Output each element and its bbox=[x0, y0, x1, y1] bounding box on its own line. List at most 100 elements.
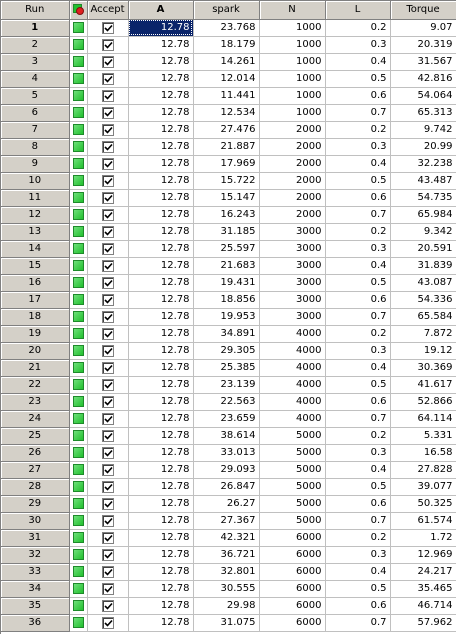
cell-n[interactable]: 2000 bbox=[259, 138, 326, 156]
table-row[interactable]: 32 12.78 36.721 6000 0.3 12.969 bbox=[1, 546, 456, 564]
cell-torque[interactable]: 42.816 bbox=[390, 70, 456, 88]
cell-spark[interactable]: 23.139 bbox=[193, 376, 260, 394]
row-header[interactable]: 22 bbox=[1, 376, 70, 394]
cell-a[interactable]: 12.78 bbox=[128, 580, 194, 598]
accept-cell[interactable] bbox=[87, 240, 129, 258]
cell-n[interactable]: 1000 bbox=[259, 70, 326, 88]
cell-l[interactable]: 0.2 bbox=[325, 121, 391, 139]
cell-l[interactable]: 0.7 bbox=[325, 104, 391, 122]
cell-a[interactable]: 12.78 bbox=[128, 478, 194, 496]
cell-torque[interactable]: 54.064 bbox=[390, 87, 456, 105]
accept-cell[interactable] bbox=[87, 206, 129, 224]
accept-cell[interactable] bbox=[87, 223, 129, 241]
cell-a[interactable]: 12.78 bbox=[128, 206, 194, 224]
row-header[interactable]: 23 bbox=[1, 393, 70, 411]
cell-l[interactable]: 0.5 bbox=[325, 376, 391, 394]
cell-spark[interactable]: 22.563 bbox=[193, 393, 260, 411]
cell-l[interactable]: 0.6 bbox=[325, 291, 391, 309]
cell-spark[interactable]: 33.013 bbox=[193, 444, 260, 462]
cell-a[interactable]: 12.78 bbox=[128, 257, 194, 275]
accept-checkbox[interactable] bbox=[101, 174, 114, 187]
accept-cell[interactable] bbox=[87, 410, 129, 428]
cell-spark[interactable]: 11.441 bbox=[193, 87, 260, 105]
table-row[interactable]: 2 12.78 18.179 1000 0.3 20.319 bbox=[1, 36, 456, 54]
row-header[interactable]: 32 bbox=[1, 546, 70, 564]
accept-cell[interactable] bbox=[87, 172, 129, 190]
cell-a[interactable]: 12.78 bbox=[128, 393, 194, 411]
table-row[interactable]: 30 12.78 27.367 5000 0.7 61.574 bbox=[1, 512, 456, 530]
cell-a[interactable]: 12.78 bbox=[128, 291, 194, 309]
cell-n[interactable]: 5000 bbox=[259, 495, 326, 513]
cell-spark[interactable]: 19.431 bbox=[193, 274, 260, 292]
cell-torque[interactable]: 12.969 bbox=[390, 546, 456, 564]
accept-cell[interactable] bbox=[87, 87, 129, 105]
cell-l[interactable]: 0.6 bbox=[325, 393, 391, 411]
accept-cell[interactable] bbox=[87, 444, 129, 462]
cell-l[interactable]: 0.3 bbox=[325, 138, 391, 156]
row-header[interactable]: 5 bbox=[1, 87, 70, 105]
cell-n[interactable]: 3000 bbox=[259, 308, 326, 326]
accept-checkbox[interactable] bbox=[101, 446, 114, 459]
table-row[interactable]: 20 12.78 29.305 4000 0.3 19.12 bbox=[1, 342, 456, 360]
cell-torque[interactable]: 61.574 bbox=[390, 512, 456, 530]
cell-a[interactable]: 12.78 bbox=[128, 614, 194, 632]
accept-cell[interactable] bbox=[87, 189, 129, 207]
accept-checkbox[interactable] bbox=[101, 276, 114, 289]
accept-checkbox[interactable] bbox=[101, 412, 114, 425]
cell-n[interactable]: 6000 bbox=[259, 597, 326, 615]
row-header[interactable]: 13 bbox=[1, 223, 70, 241]
accept-cell[interactable] bbox=[87, 325, 129, 343]
accept-checkbox[interactable] bbox=[101, 327, 114, 340]
column-header-spark[interactable]: spark bbox=[193, 1, 260, 20]
cell-n[interactable]: 3000 bbox=[259, 257, 326, 275]
accept-checkbox[interactable] bbox=[101, 497, 114, 510]
row-header[interactable]: 26 bbox=[1, 444, 70, 462]
cell-n[interactable]: 3000 bbox=[259, 240, 326, 258]
cell-n[interactable]: 5000 bbox=[259, 478, 326, 496]
cell-a[interactable]: 12.78 bbox=[128, 563, 194, 581]
cell-torque[interactable]: 20.319 bbox=[390, 36, 456, 54]
row-header[interactable]: 7 bbox=[1, 121, 70, 139]
cell-n[interactable]: 4000 bbox=[259, 325, 326, 343]
table-row[interactable]: 10 12.78 15.722 2000 0.5 43.487 bbox=[1, 172, 456, 190]
cell-a[interactable]: 12.78 bbox=[128, 36, 194, 54]
cell-spark[interactable]: 32.801 bbox=[193, 563, 260, 581]
accept-checkbox[interactable] bbox=[101, 123, 114, 136]
row-header[interactable]: 14 bbox=[1, 240, 70, 258]
table-row[interactable]: 13 12.78 31.185 3000 0.2 9.342 bbox=[1, 223, 456, 241]
cell-n[interactable]: 4000 bbox=[259, 376, 326, 394]
cell-spark[interactable]: 30.555 bbox=[193, 580, 260, 598]
cell-torque[interactable]: 24.217 bbox=[390, 563, 456, 581]
cell-spark[interactable]: 31.185 bbox=[193, 223, 260, 241]
accept-cell[interactable] bbox=[87, 70, 129, 88]
row-header[interactable]: 36 bbox=[1, 614, 70, 632]
row-header[interactable]: 3 bbox=[1, 53, 70, 71]
cell-a[interactable]: 12.78 bbox=[128, 138, 194, 156]
accept-checkbox[interactable] bbox=[101, 106, 114, 119]
cell-spark[interactable]: 12.014 bbox=[193, 70, 260, 88]
column-header-accept[interactable]: Accept bbox=[87, 1, 129, 20]
cell-l[interactable]: 0.6 bbox=[325, 189, 391, 207]
accept-checkbox[interactable] bbox=[101, 310, 114, 323]
table-row[interactable]: 22 12.78 23.139 4000 0.5 41.617 bbox=[1, 376, 456, 394]
accept-cell[interactable] bbox=[87, 512, 129, 530]
row-header[interactable]: 10 bbox=[1, 172, 70, 190]
cell-spark[interactable]: 42.321 bbox=[193, 529, 260, 547]
accept-cell[interactable] bbox=[87, 121, 129, 139]
cell-torque[interactable]: 30.369 bbox=[390, 359, 456, 377]
cell-torque[interactable]: 19.12 bbox=[390, 342, 456, 360]
accept-cell[interactable] bbox=[87, 614, 129, 632]
row-header[interactable]: 27 bbox=[1, 461, 70, 479]
table-row[interactable]: 29 12.78 26.27 5000 0.6 50.325 bbox=[1, 495, 456, 513]
cell-torque[interactable]: 46.714 bbox=[390, 597, 456, 615]
cell-a[interactable]: 12.78 bbox=[128, 444, 194, 462]
accept-checkbox[interactable] bbox=[101, 344, 114, 357]
cell-l[interactable]: 0.2 bbox=[325, 427, 391, 445]
row-header[interactable]: 15 bbox=[1, 257, 70, 275]
row-header[interactable]: 4 bbox=[1, 70, 70, 88]
cell-a[interactable]: 12.78 bbox=[128, 342, 194, 360]
table-row[interactable]: 6 12.78 12.534 1000 0.7 65.313 bbox=[1, 104, 456, 122]
cell-n[interactable]: 5000 bbox=[259, 444, 326, 462]
cell-a[interactable]: 12.78 bbox=[128, 410, 194, 428]
cell-n[interactable]: 6000 bbox=[259, 614, 326, 632]
